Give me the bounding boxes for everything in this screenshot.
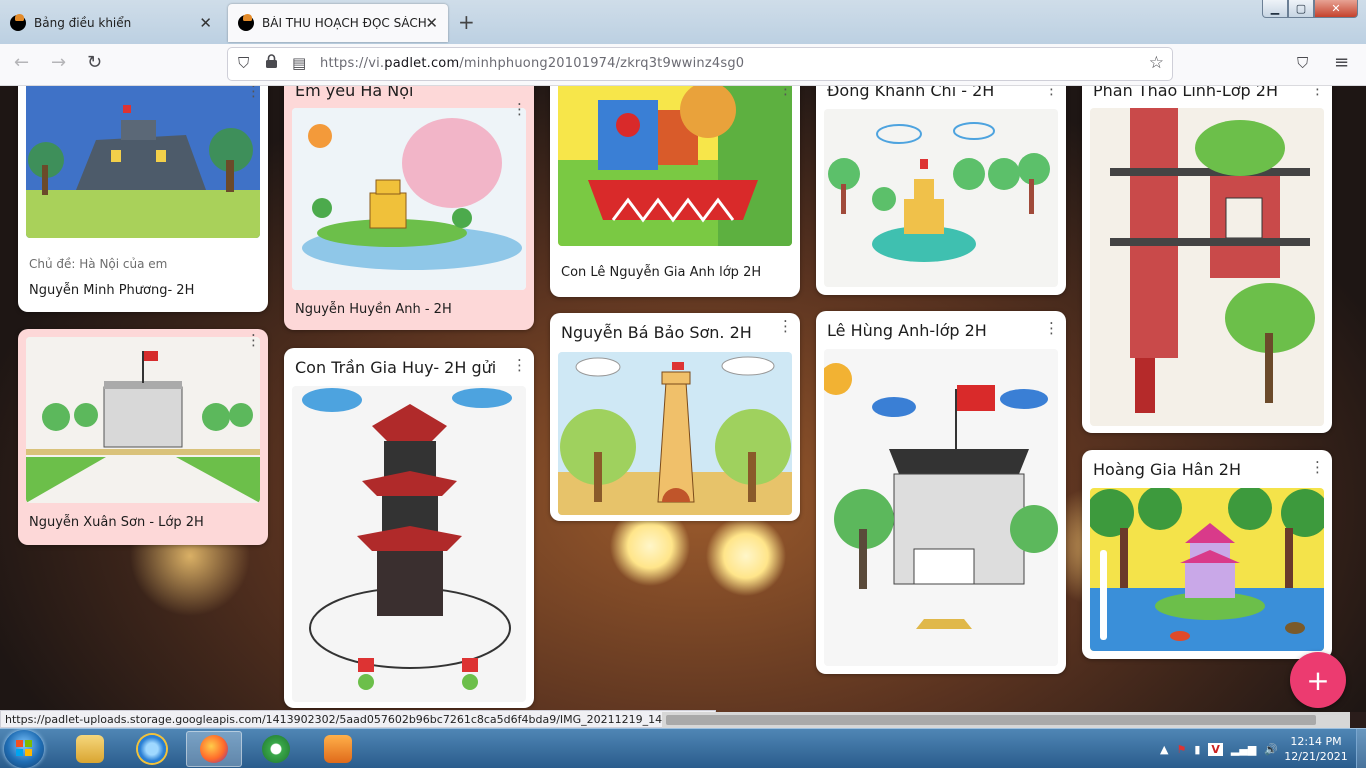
close-tab-icon[interactable]: ✕ — [199, 14, 212, 32]
navigation-toolbar: ← → ↻ ⛉ ▤ https://vi.padlet.com/minhphuo… — [0, 44, 1366, 86]
padlet-favicon-icon — [10, 14, 26, 31]
drawing-image[interactable] — [292, 386, 526, 702]
back-button[interactable]: ← — [14, 52, 29, 73]
drawing-image[interactable] — [558, 86, 792, 246]
more-options-icon[interactable]: ⋮ — [512, 358, 527, 373]
windows-taskbar: ▲ ⚑ ▮ V ▂▄▆ 🔊 12:14 PM 12/21/2021 — [0, 728, 1366, 768]
system-tray: ▲ ⚑ ▮ V ▂▄▆ 🔊 — [1160, 729, 1278, 768]
volume-icon[interactable]: 🔊 — [1264, 743, 1278, 756]
address-bar[interactable]: ⛉ ▤ https://vi.padlet.com/minhphuong2010… — [228, 48, 1172, 80]
scrollbar-thumb[interactable] — [666, 715, 1316, 725]
tab-label: Bảng điều khiển — [34, 16, 132, 30]
coccoc-icon — [262, 735, 290, 763]
taskbar-media-player[interactable] — [310, 731, 366, 767]
drawing-image[interactable] — [824, 109, 1058, 287]
system-clock[interactable]: 12:14 PM 12/21/2021 — [1284, 734, 1348, 764]
post-card[interactable]: Con Trần Gia Huy- 2H gửi ⋮ — [284, 348, 534, 708]
pocket-icon[interactable]: ⛉ — [1297, 54, 1308, 72]
post-card[interactable]: Hoàng Gia Hân 2H ⋮ — [1082, 450, 1332, 659]
post-title: Đông Khánh Chi - 2H — [827, 86, 995, 100]
more-options-icon[interactable]: ⋮ — [1044, 321, 1059, 336]
hamburger-menu-icon[interactable]: ≡ — [1334, 52, 1349, 73]
permissions-icon[interactable]: ▤ — [292, 54, 306, 72]
post-caption: Nguyễn Minh Phương- 2H — [29, 283, 195, 298]
browser-tab-strip: Bảng điều khiển ✕ BÀI THU HOẠCH ĐỌC SÁCH… — [0, 0, 1366, 44]
tracking-shield-icon[interactable]: ⛉ — [238, 54, 249, 72]
maximize-window-button[interactable]: ▢ — [1288, 0, 1314, 18]
action-center-flag-icon[interactable]: ⚑ — [1176, 743, 1186, 756]
close-tab-icon[interactable]: ✕ — [425, 14, 438, 32]
more-options-icon[interactable]: ⋮ — [1310, 460, 1325, 475]
forward-button[interactable]: → — [51, 52, 66, 73]
post-title: Con Trần Gia Huy- 2H gửi — [295, 358, 497, 377]
add-post-button[interactable]: + — [1290, 652, 1346, 708]
drawing-image[interactable] — [292, 108, 526, 290]
start-button[interactable] — [4, 730, 44, 768]
taskbar-firefox[interactable] — [186, 731, 242, 767]
post-card[interactable]: Chủ đề: Hà Nội của em Nguyễn Minh Phương… — [18, 86, 268, 312]
post-title: Lê Hùng Anh-lớp 2H — [827, 321, 987, 340]
more-options-icon[interactable]: ⋮ — [778, 319, 793, 334]
horizontal-scrollbar[interactable] — [662, 712, 1350, 728]
url-text[interactable]: https://vi.padlet.com/minhphuong20101974… — [320, 56, 744, 71]
post-card[interactable]: Lê Hùng Anh-lớp 2H ⋮ — [816, 311, 1066, 674]
show-desktop-button[interactable] — [1356, 729, 1366, 768]
more-options-icon[interactable]: ⋮ — [778, 86, 793, 97]
internet-explorer-icon — [138, 735, 166, 763]
minimize-window-button[interactable]: ▁ — [1262, 0, 1288, 18]
bookmark-star-icon[interactable]: ☆ — [1149, 53, 1164, 73]
taskbar-coccoc[interactable] — [248, 731, 304, 767]
drawing-image[interactable] — [1090, 488, 1324, 651]
post-title: Hoàng Gia Hân 2H — [1093, 460, 1242, 479]
post-card[interactable]: Nguyễn Xuân Sơn - Lớp 2H ⋮ — [18, 329, 268, 545]
more-options-icon[interactable]: ⋮ — [246, 333, 261, 348]
padlet-board: Chủ đề: Hà Nội của em Nguyễn Minh Phương… — [0, 86, 1366, 712]
tab-dashboard[interactable]: Bảng điều khiển ✕ — [0, 4, 222, 42]
post-card[interactable]: Em yêu Hà Nội Nguyễn Huyền Anh - 2H ⋮ — [284, 86, 534, 330]
post-caption: Con Lê Nguyễn Gia Anh lớp 2H — [561, 265, 762, 280]
show-hidden-icons-icon[interactable]: ▲ — [1160, 743, 1168, 756]
tab-label: BÀI THU HOẠCH ĐỌC SÁCH THÁNG — [262, 16, 430, 30]
taskbar-explorer[interactable] — [62, 731, 118, 767]
more-options-icon[interactable]: ⋮ — [1044, 86, 1059, 97]
padlet-favicon-icon — [238, 14, 254, 31]
clock-time: 12:14 PM — [1290, 735, 1342, 748]
post-subtitle: Chủ đề: Hà Nội của em — [29, 257, 168, 271]
post-title: Nguyễn Bá Bảo Sơn. 2H — [561, 323, 752, 342]
drawing-image[interactable] — [1090, 108, 1324, 426]
drawing-image[interactable] — [558, 352, 792, 515]
close-window-button[interactable]: ✕ — [1314, 0, 1358, 18]
post-caption: Nguyễn Huyền Anh - 2H — [295, 302, 452, 317]
reload-button[interactable]: ↻ — [87, 52, 102, 73]
link-status-url: https://padlet-uploads.storage.googleapi… — [0, 710, 716, 728]
device-icon[interactable]: ▮ — [1194, 743, 1200, 756]
post-caption: Nguyễn Xuân Sơn - Lớp 2H — [29, 515, 204, 530]
post-card[interactable]: Nguyễn Bá Bảo Sơn. 2H ⋮ — [550, 313, 800, 521]
more-options-icon[interactable]: ⋮ — [512, 102, 527, 117]
media-player-icon — [324, 735, 352, 763]
more-options-icon[interactable]: ⋮ — [246, 86, 261, 99]
post-card[interactable]: Con Lê Nguyễn Gia Anh lớp 2H ⋮ — [550, 86, 800, 297]
taskbar-internet-explorer[interactable] — [124, 731, 180, 767]
post-title: Phan Thảo Linh-Lớp 2H — [1093, 86, 1278, 100]
post-card[interactable]: Đông Khánh Chi - 2H ⋮ — [816, 86, 1066, 295]
antivirus-icon[interactable]: V — [1208, 742, 1223, 756]
tab-active-padlet[interactable]: BÀI THU HOẠCH ĐỌC SÁCH THÁNG ✕ — [228, 4, 448, 42]
clock-date: 12/21/2021 — [1284, 750, 1348, 763]
more-options-icon[interactable]: ⋮ — [1310, 86, 1325, 97]
drawing-image[interactable] — [26, 337, 260, 503]
folder-icon — [76, 735, 104, 763]
post-card[interactable]: Phan Thảo Linh-Lớp 2H ⋮ — [1082, 86, 1332, 433]
firefox-icon — [200, 735, 228, 763]
post-title: Em yêu Hà Nội — [295, 86, 414, 100]
lock-icon[interactable] — [265, 54, 278, 73]
new-tab-button[interactable]: + — [458, 10, 475, 34]
drawing-image[interactable] — [824, 349, 1058, 666]
network-signal-icon[interactable]: ▂▄▆ — [1231, 743, 1256, 756]
drawing-image[interactable] — [26, 86, 260, 238]
